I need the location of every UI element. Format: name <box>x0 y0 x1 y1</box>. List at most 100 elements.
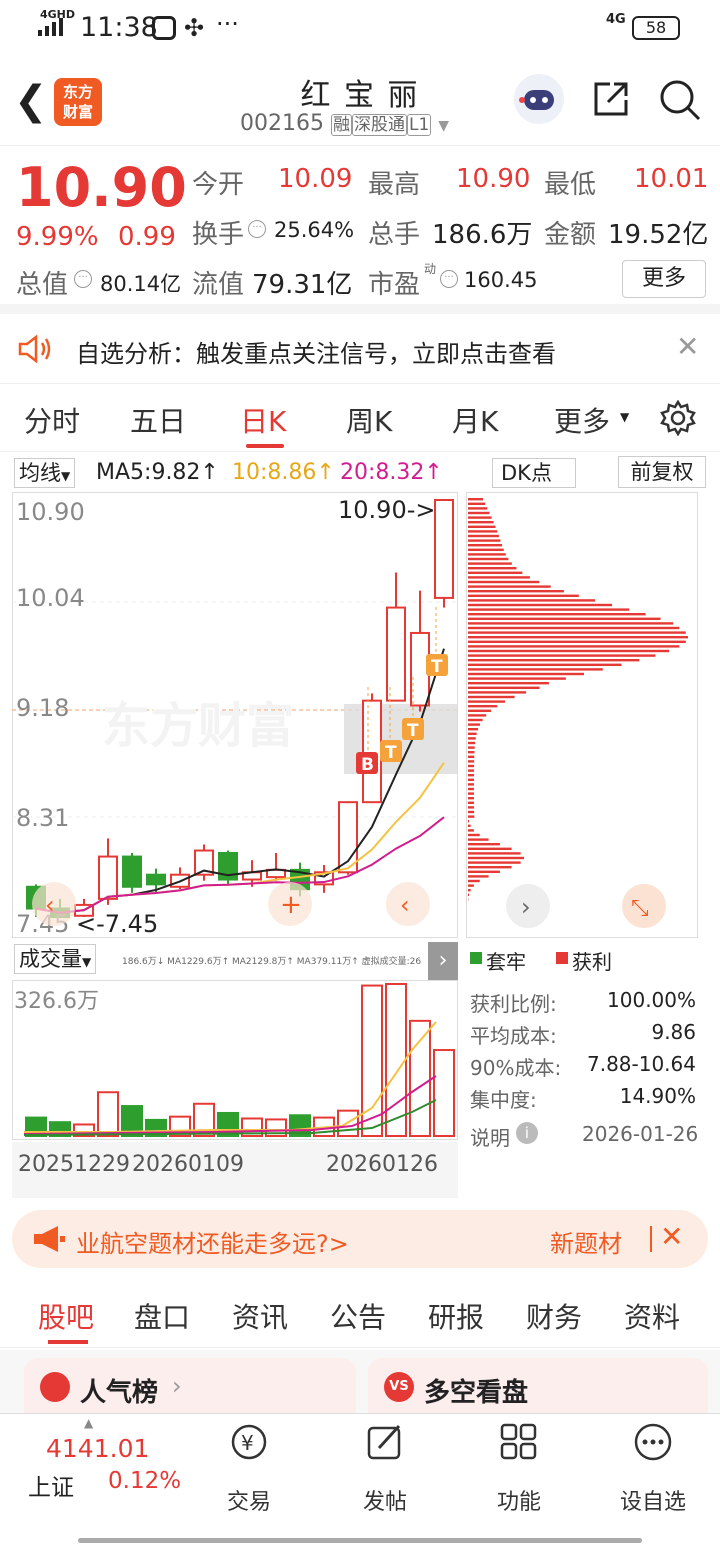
turnover-label: 换手 <box>192 214 244 251</box>
active-tab-indicator <box>246 444 284 448</box>
tag-l1: L1 <box>407 114 431 136</box>
chip-bar <box>468 599 595 601</box>
ma-selector[interactable]: 均线▼ <box>14 458 75 488</box>
chip-bar <box>468 613 646 615</box>
info-icon[interactable]: ··· <box>440 270 458 288</box>
candle <box>435 500 453 598</box>
post-button[interactable]: 发帖 <box>320 1414 450 1545</box>
tab-zhouk[interactable]: 周K <box>346 400 392 440</box>
volume-selector[interactable]: 成交量▼ <box>14 944 96 974</box>
tab-guba[interactable]: 股吧 <box>38 1296 94 1336</box>
high-value: 10.90 <box>456 164 530 194</box>
topic-banner[interactable]: 业航空题材还能走多远?> 新题材 ✕ <box>12 1210 708 1268</box>
chip-bar <box>468 760 474 762</box>
collapse-button[interactable]: › <box>428 942 458 980</box>
kline-svg[interactable]: 东方财富 B T T T 10.90 10.04 9.18 8.31 7.45 … <box>12 492 458 938</box>
info-icon[interactable]: ··· <box>248 220 266 238</box>
chip-bar <box>468 558 508 560</box>
tab-gonggao[interactable]: 公告 <box>330 1296 386 1336</box>
edit-icon <box>365 1422 405 1462</box>
chip-bar <box>468 843 500 845</box>
index-name[interactable]: 上证 <box>28 1468 74 1502</box>
chip-bar <box>468 608 629 610</box>
candle <box>363 701 381 803</box>
chip-bar <box>468 769 474 771</box>
volume-value: 186.6万 <box>432 214 532 251</box>
tab-caiwu[interactable]: 财务 <box>526 1296 582 1336</box>
chip-bar <box>468 677 566 679</box>
info-icon[interactable]: i <box>516 1122 538 1144</box>
share-icon[interactable] <box>590 78 632 120</box>
y-label-2: 10.04 <box>16 584 85 612</box>
more-circle-icon <box>633 1422 673 1462</box>
more-button[interactable]: 更多 <box>622 260 706 298</box>
tab-zixun[interactable]: 资讯 <box>232 1296 288 1336</box>
chip-bar <box>468 797 474 799</box>
chip-bar <box>468 884 474 886</box>
svg-text:‹: ‹ <box>400 891 410 919</box>
chip-bar <box>468 806 474 808</box>
trade-button[interactable]: ¥ 交易 <box>184 1414 314 1545</box>
chip-bar <box>468 774 474 776</box>
chip-bar <box>468 723 480 725</box>
add-watchlist-label: 设自选 <box>588 1484 718 1516</box>
tab-ziliao[interactable]: 资料 <box>624 1296 680 1336</box>
add-watchlist-button[interactable]: 设自选 <box>588 1414 718 1545</box>
tab-pankou[interactable]: 盘口 <box>134 1296 190 1336</box>
chip-bar <box>468 590 564 592</box>
tab-yuek[interactable]: 月K <box>452 400 498 440</box>
analysis-alert[interactable]: 自选分析：触发重点关注信号，立即点击查看 ✕ <box>0 314 720 384</box>
card-longshort[interactable]: VS 多空看盘 <box>368 1358 708 1420</box>
dk-button[interactable]: DK点 <box>492 458 576 488</box>
stock-code-row[interactable]: 002165 融深股通L1 ▼ <box>240 110 449 136</box>
chip-bar <box>468 710 491 712</box>
svg-text:›: › <box>521 893 531 921</box>
robot-avatar-icon[interactable] <box>514 74 564 124</box>
high-price-marker: 10.90-> <box>338 496 435 524</box>
low-value: 10.01 <box>634 164 708 194</box>
search-icon[interactable] <box>658 78 702 122</box>
chip-bar <box>468 549 504 551</box>
index-pct[interactable]: 0.12% <box>108 1468 181 1494</box>
fq-button[interactable]: 前复权 <box>618 456 706 488</box>
pe-value: 160.45 <box>464 268 537 292</box>
up-triangle-icon: ▲ <box>84 1416 93 1430</box>
tab-fenshi[interactable]: 分时 <box>24 400 80 440</box>
banner-tag[interactable]: 新题材 <box>550 1224 646 1259</box>
change-pct: 9.99% <box>16 222 99 252</box>
chip-bar <box>468 562 512 564</box>
chip-bar <box>468 825 471 827</box>
chip-label-concentration: 集中度: <box>470 1084 537 1113</box>
y-label-3: 9.18 <box>16 694 69 722</box>
ma-selector-label: 均线 <box>19 461 61 485</box>
volume-svg[interactable]: 326.6万 <box>12 980 458 1140</box>
chip-bar <box>468 654 655 656</box>
chip-bar <box>468 503 485 505</box>
chip-distribution[interactable]: › ⤡ <box>466 492 698 938</box>
index-value[interactable]: 4141.01 <box>46 1434 149 1463</box>
chip-note-label[interactable]: 说明 <box>470 1122 510 1151</box>
card-popularity[interactable]: 人气榜 › <box>24 1358 356 1420</box>
chip-bar <box>468 631 686 633</box>
settings-gear-icon[interactable] <box>660 400 696 436</box>
svg-text:B: B <box>361 755 374 775</box>
chip-bar <box>468 792 474 794</box>
svg-text:¥: ¥ <box>241 1431 254 1455</box>
close-icon[interactable]: ✕ <box>676 330 699 363</box>
close-icon[interactable]: ✕ <box>660 1220 683 1253</box>
clock: 11:38 <box>80 12 158 43</box>
chevron-down-icon: ▼ <box>82 955 91 969</box>
chevron-down-icon: ▼ <box>61 469 70 483</box>
candle <box>99 857 117 899</box>
media-icon <box>152 16 176 40</box>
tab-more[interactable]: 更多 <box>554 400 610 440</box>
info-icon[interactable]: ··· <box>74 270 92 288</box>
chip-bar <box>468 618 661 620</box>
chip-value-90-cost: 7.88-10.64 <box>560 1052 696 1076</box>
tab-yanbao[interactable]: 研报 <box>428 1296 484 1336</box>
chip-bar <box>468 622 673 624</box>
tab-rik[interactable]: 日K <box>240 400 286 440</box>
function-button[interactable]: 功能 <box>454 1414 584 1545</box>
y-label-1: 10.90 <box>16 498 85 526</box>
tab-wuri[interactable]: 五日 <box>130 400 186 440</box>
